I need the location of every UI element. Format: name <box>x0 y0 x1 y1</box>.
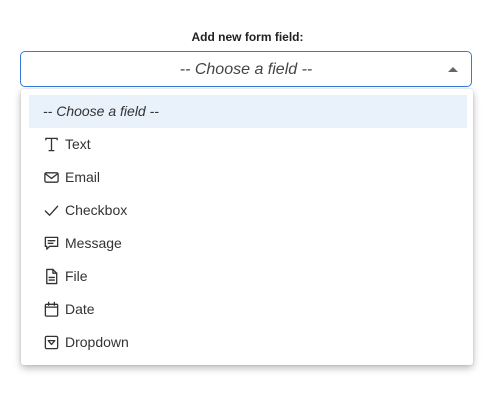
option-label: File <box>65 268 88 284</box>
caret-up-icon <box>448 67 458 72</box>
option-date[interactable]: Date <box>21 293 473 326</box>
option-label: -- Choose a field -- <box>43 103 159 119</box>
option-placeholder[interactable]: -- Choose a field -- <box>29 95 467 128</box>
option-label: Checkbox <box>65 202 128 218</box>
file-icon <box>42 268 60 286</box>
text-icon <box>42 136 60 154</box>
field-label: Add new form field: <box>191 30 304 44</box>
calendar-icon <box>42 301 60 319</box>
option-dropdown[interactable]: Dropdown <box>21 326 473 359</box>
option-label: Message <box>65 235 122 251</box>
message-icon <box>42 235 60 253</box>
option-label: Text <box>65 136 91 152</box>
option-label: Date <box>65 301 95 317</box>
field-type-select[interactable]: -- Choose a field -- <box>20 51 472 87</box>
select-value: -- Choose a field -- <box>179 61 313 78</box>
option-label: Email <box>65 169 101 185</box>
option-email[interactable]: Email <box>21 161 473 194</box>
option-message[interactable]: Message <box>21 227 473 260</box>
envelope-icon <box>42 169 60 187</box>
option-file[interactable]: File <box>21 260 473 293</box>
option-text[interactable]: Text <box>21 128 473 161</box>
option-checkbox[interactable]: Checkbox <box>21 194 473 227</box>
dropdown-menu: -- Choose a field -- Text Email Checkbox <box>21 89 473 365</box>
option-label: Dropdown <box>65 334 129 350</box>
dropdown-icon <box>42 334 60 352</box>
checkmark-icon <box>42 202 60 220</box>
